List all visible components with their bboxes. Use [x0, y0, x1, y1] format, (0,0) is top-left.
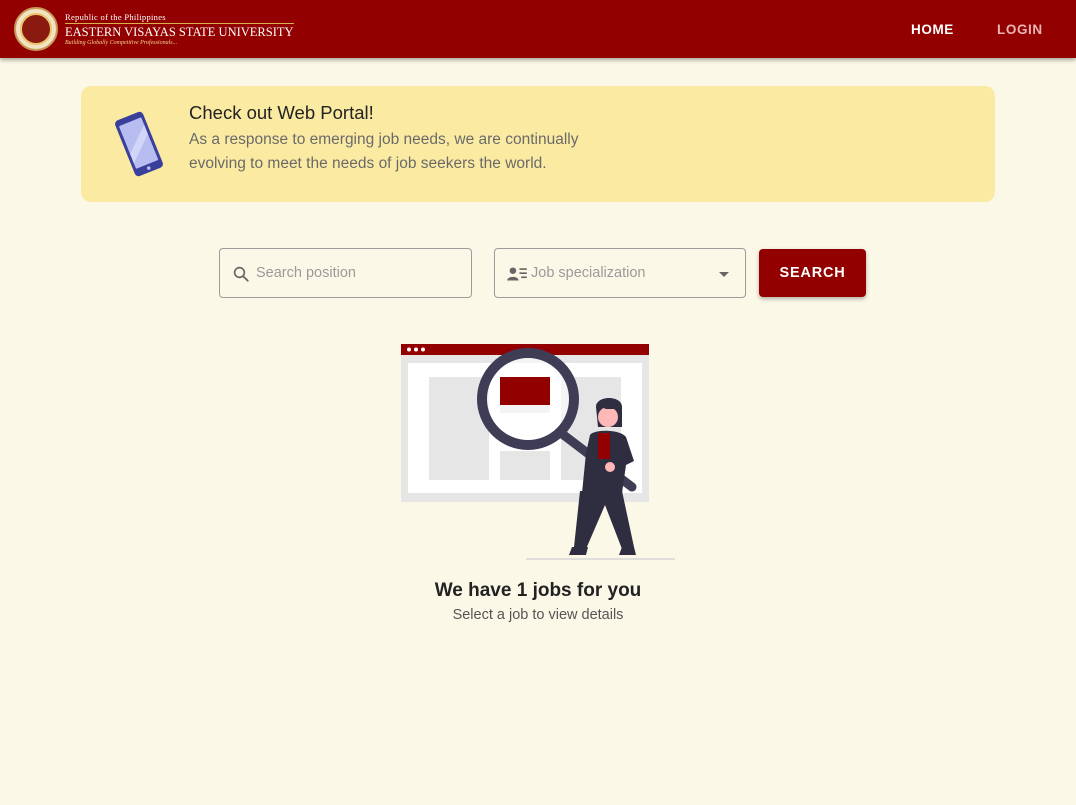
person-list-icon: [507, 267, 527, 281]
magnifier-search-illustration: [401, 344, 675, 560]
jobs-helper-text: Select a job to view details: [452, 607, 624, 623]
university-brand[interactable]: Republic of the Philippines EASTERN VISA…: [14, 7, 294, 51]
banner-title: Check out Web Portal!: [189, 102, 374, 123]
university-seal-logo: [14, 7, 58, 51]
search-icon: [233, 266, 249, 282]
search-button[interactable]: SEARCH: [759, 249, 866, 297]
top-app-bar: Republic of the Philippines EASTERN VISA…: [0, 0, 1076, 58]
nav-login-link[interactable]: LOGIN: [997, 22, 1043, 37]
brand-country: Republic of the Philippines: [65, 11, 166, 22]
nav-home-link[interactable]: HOME: [911, 22, 954, 37]
phone-icon: [115, 111, 163, 177]
job-specialization-placeholder: Job specialization: [531, 265, 646, 281]
search-position-input[interactable]: [256, 249, 466, 297]
jobs-count-heading: We have 1 jobs for you: [434, 580, 642, 601]
seal-inner-emblem: [20, 13, 52, 45]
banner-text: As a response to emerging job needs, we …: [189, 131, 579, 172]
brand-university-name: EASTERN VISAYAS STATE UNIVERSITY: [65, 22, 294, 39]
brand-tagline: Building Globally Competitive Profession…: [65, 39, 178, 46]
brand-text: Republic of the Philippines EASTERN VISA…: [65, 12, 294, 47]
chevron-down-icon: [719, 272, 729, 277]
search-position-field[interactable]: [219, 248, 472, 298]
job-specialization-select[interactable]: Job specialization: [494, 248, 746, 298]
